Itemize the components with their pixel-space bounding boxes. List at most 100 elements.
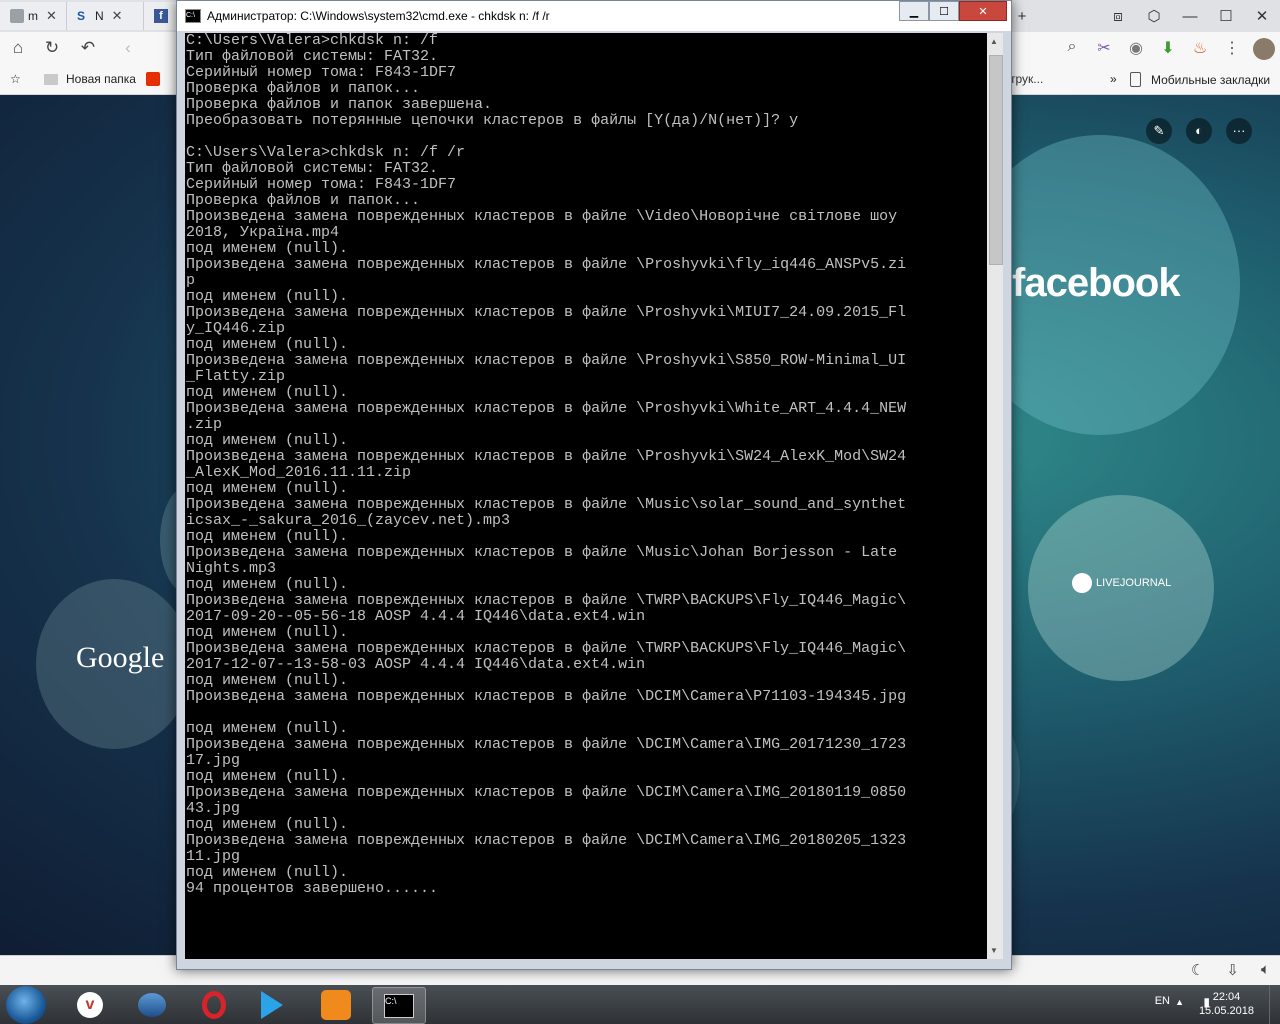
console-line: Произведена замена поврежденных кластеро… — [186, 304, 907, 321]
scroll-thumb[interactable] — [989, 55, 1003, 265]
phone-icon — [1130, 72, 1141, 87]
console-line: Произведена замена поврежденных кластеро… — [186, 496, 907, 513]
console-line: под именем (null). — [186, 768, 349, 785]
console-line: C:\Users\Valera>chkdsk n: /f /r — [186, 144, 466, 161]
download-icon[interactable]: ⇩ — [1226, 961, 1239, 979]
cmd-title-bar[interactable]: C:\ Администратор: C:\Windows\system32\c… — [177, 1, 1011, 31]
bookmark-item[interactable]: трук... — [1010, 72, 1043, 86]
mobile-bookmarks[interactable]: Мобильные закладки — [1130, 72, 1270, 87]
console-line: под именем (null). — [186, 624, 349, 641]
avatar[interactable] — [1248, 38, 1280, 65]
console-line: Произведена замена поврежденных кластеро… — [186, 352, 907, 369]
undo-icon[interactable]: ↶ — [76, 38, 100, 58]
more-icon[interactable]: ··· — [1226, 118, 1252, 144]
browser-tab-3[interactable]: f — [144, 2, 179, 30]
livejournal-tile[interactable]: LIVEJOURNAL — [1028, 495, 1214, 681]
home-icon[interactable]: ⌂ — [6, 38, 30, 58]
minimize-icon[interactable]: ▁ — [899, 1, 929, 21]
newtab-tools: ✎ ◐ ··· — [1146, 118, 1252, 144]
fire-icon[interactable]: ♨ — [1184, 38, 1216, 65]
minimize-icon[interactable]: — — [1172, 8, 1208, 25]
show-desktop-button[interactable] — [1269, 985, 1280, 1024]
maximize-icon[interactable]: ☐ — [1208, 7, 1244, 25]
tray-expand-icon[interactable]: ▲ — [1175, 997, 1184, 1007]
scroll-down-icon[interactable]: ▼ — [990, 946, 998, 955]
aliexpress-icon[interactable] — [146, 72, 160, 86]
palette-icon[interactable]: ◐ — [1186, 118, 1212, 144]
extensions-icon[interactable]: ⬡ — [1136, 7, 1172, 25]
vivaldi-icon[interactable]: v — [64, 987, 116, 1022]
edit-icon[interactable]: ✎ — [1146, 118, 1172, 144]
time: 22:04 — [1212, 991, 1241, 1003]
more-bookmarks-button[interactable]: » — [1110, 72, 1117, 86]
console-output[interactable]: C:\Users\Valera>chkdsk n: /f Тип файловой… — [185, 33, 987, 959]
console-line: Произведена замена поврежденных кластеро… — [186, 688, 907, 705]
close-window-icon[interactable]: ✕ — [1244, 7, 1280, 25]
menu-icon[interactable]: ⋮ — [1216, 38, 1248, 65]
bookmark-folder-label: Новая папка — [66, 72, 136, 86]
facebook-icon: f — [154, 9, 168, 23]
console-line: C:\Users\Valera>chkdsk n: /f — [186, 33, 439, 49]
opera-icon[interactable] — [188, 987, 240, 1022]
download-icon[interactable]: ⬇ — [1152, 38, 1184, 65]
clock[interactable]: 22:04 15.05.2018 — [1199, 990, 1254, 1018]
browser-tab-1[interactable]: m ✕ — [0, 2, 67, 30]
console-line: Произведена замена поврежденных кластеро… — [186, 592, 907, 609]
console-line: 11.jpg — [186, 848, 241, 865]
console-scrollbar[interactable]: ▲ ▼ — [987, 33, 1003, 959]
toolbar-icons: ⌕ ✂ ◉ ⬇ ♨ ⋮ — [1056, 38, 1280, 65]
scissors-icon[interactable]: ✂ — [1088, 38, 1120, 65]
console-line: _AlexK_Mod_2016.11.11.zip — [186, 464, 412, 481]
console-line: под именем (null). — [186, 384, 349, 401]
console-line: Произведена замена поврежденных кластеро… — [186, 832, 907, 849]
console-line: под именем (null). — [186, 576, 349, 593]
media-player-icon[interactable] — [246, 987, 298, 1022]
search-icon[interactable]: ⌕ — [1056, 38, 1088, 65]
close-tab-icon[interactable]: ✕ — [112, 8, 123, 24]
console-line: под именем (null). — [186, 672, 349, 689]
close-tab-icon[interactable]: ✕ — [46, 8, 57, 24]
console-line: Произведена замена поврежденных кластеро… — [186, 784, 907, 801]
console-line: Произведена замена поврежденных кластеро… — [186, 208, 898, 225]
tab-layout-icon[interactable]: ⧈ — [1100, 8, 1136, 25]
chat-icon[interactable]: ◉ — [1120, 38, 1152, 65]
cmd-window-controls: ▁ ☐ ✕ — [899, 1, 1007, 21]
cmd-window: C:\ Администратор: C:\Windows\system32\c… — [176, 0, 1012, 970]
console-line: Произведена замена поврежденных кластеро… — [186, 256, 907, 273]
browser-tab-2[interactable]: S N ✕ — [67, 2, 144, 30]
start-button[interactable] — [6, 986, 46, 1024]
maximize-icon[interactable]: ☐ — [929, 1, 959, 21]
console-line: 17.jpg — [186, 752, 241, 769]
volume-icon[interactable]: 🔈︎ — [1261, 961, 1270, 979]
taskbar: v C:\ EN ▲ ▮ 22:04 15.05.2018 — [0, 985, 1280, 1024]
thunderbird-icon[interactable] — [126, 987, 178, 1022]
console-line: под именем (null). — [186, 240, 349, 257]
reload-icon[interactable]: ↻ — [40, 38, 64, 58]
console-line: 2017-12-07--13-58-03 AOSP 4.4.4 IQ446\da… — [186, 656, 646, 673]
console-line: Серийный номер тома: F843-1DF7 — [186, 176, 457, 193]
google-tile[interactable]: Google — [36, 579, 192, 749]
date: 15.05.2018 — [1198, 1005, 1254, 1017]
cmd-icon[interactable]: C:\ — [372, 987, 426, 1024]
console-line: 43.jpg — [186, 800, 241, 817]
console-line: Преобразовать потерянные цепочки кластер… — [186, 112, 799, 129]
console-line: под именем (null). — [186, 432, 349, 449]
back-icon[interactable]: ‹ — [116, 38, 140, 58]
star-icon[interactable]: ☆ — [10, 72, 21, 86]
scroll-up-icon[interactable]: ▲ — [990, 37, 998, 46]
console-line: Nights.mp3 — [186, 560, 277, 577]
console-line: Произведена замена поврежденных кластеро… — [186, 640, 907, 657]
console-text: C:\Users\Valera>chkdsk n: /f Тип файловой… — [185, 33, 987, 897]
night-mode-icon[interactable]: ☾ — [1191, 961, 1204, 979]
close-icon[interactable]: ✕ — [959, 1, 1007, 21]
uc-browser-icon[interactable] — [310, 987, 362, 1022]
console-line: под именем (null). — [186, 288, 349, 305]
console-line: под именем (null). — [186, 528, 349, 545]
window-controls: + ⧈ ⬡ — ☐ ✕ — [1004, 0, 1280, 32]
language-indicator[interactable]: EN — [1155, 995, 1170, 1007]
bookmark-folder[interactable]: Новая папка — [44, 72, 136, 86]
cmd-title: Администратор: C:\Windows\system32\cmd.e… — [207, 9, 550, 23]
console-line: Проверка файлов и папок... — [186, 192, 421, 209]
console-line: под именем (null). — [186, 864, 349, 881]
